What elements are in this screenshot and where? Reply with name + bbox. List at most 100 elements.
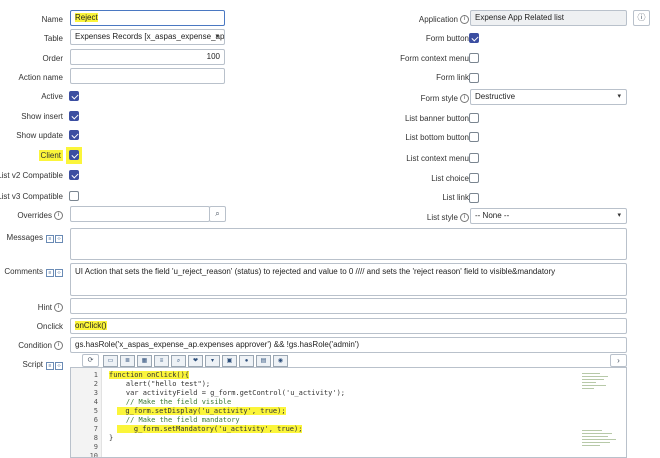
code-line: } xyxy=(109,434,114,442)
search-icon[interactable]: ⌕ xyxy=(171,355,186,367)
form-button-checkbox[interactable] xyxy=(469,33,479,43)
code-icon[interactable]: ▦ xyxy=(137,355,152,367)
condition-label: Condition i xyxy=(18,341,63,351)
next-icon[interactable]: › xyxy=(610,354,627,367)
form-link-label: Form link xyxy=(436,73,469,82)
info-circle-icon[interactable]: ⓘ xyxy=(633,10,650,26)
application-label: Application i xyxy=(419,15,469,25)
form-style-select[interactable]: Destructive ▾ xyxy=(470,89,627,105)
show-insert-checkbox[interactable] xyxy=(69,111,79,121)
script-editor[interactable]: 1 2 3 4 5 6 7 8 9 10 function onClick(){… xyxy=(70,367,627,458)
list-context-menu-label: List context menu xyxy=(406,154,469,163)
comments-label: Comments ≡ ‹› xyxy=(4,267,63,277)
line-number: 8 xyxy=(93,434,98,442)
form-button-label: Form button xyxy=(425,34,469,43)
form-context-menu-checkbox[interactable] xyxy=(469,53,479,63)
messages-field[interactable] xyxy=(70,228,627,260)
application-field: Expense App Related list xyxy=(470,10,627,26)
line-number: 10 xyxy=(89,452,98,458)
onclick-field[interactable]: onClick() xyxy=(70,318,627,334)
code-line: g_form.setMandatory('u_activity', true); xyxy=(117,425,303,433)
messages-label: Messages ≡ ‹› xyxy=(7,233,63,243)
list-v2-checkbox[interactable] xyxy=(69,170,79,180)
line-number: 3 xyxy=(93,389,98,397)
refresh-icon[interactable]: ◉ xyxy=(273,355,288,367)
line-number: 1 xyxy=(93,371,98,379)
overrides-field[interactable] xyxy=(70,206,210,222)
replace-icon[interactable]: ❤ xyxy=(188,355,203,367)
table-select[interactable]: Expenses Records [x_aspas_expense_ap_ex.… xyxy=(70,29,225,45)
list-context-menu-checkbox[interactable] xyxy=(469,153,479,163)
list-v2-label: List v2 Compatible xyxy=(0,171,63,180)
action-name-label: Action name xyxy=(18,73,63,82)
line-number: 7 xyxy=(93,425,98,433)
overrides-label: Overrides i xyxy=(17,211,63,221)
list-choice-checkbox[interactable] xyxy=(469,173,479,183)
line-number: 5 xyxy=(93,407,98,415)
line-number: 2 xyxy=(93,380,98,388)
help-icon[interactable]: ● xyxy=(239,355,254,367)
line-number-gutter: 1 2 3 4 5 6 7 8 9 10 xyxy=(71,368,102,457)
save-icon[interactable]: ▤ xyxy=(256,355,271,367)
code-line: alert("hello test"); xyxy=(109,380,211,388)
info-icon[interactable]: i xyxy=(54,303,63,313)
list-style-select[interactable]: -- None -- ▾ xyxy=(470,208,627,224)
show-update-checkbox[interactable] xyxy=(69,130,79,140)
code-line: g_form.setDisplay('u_activity', true); xyxy=(117,407,286,415)
form-link-checkbox[interactable] xyxy=(469,73,479,83)
toggle-editor-icon[interactable]: ⟳ xyxy=(82,354,99,367)
script-label: Script ≡ ‹› xyxy=(23,360,63,370)
name-label: Name xyxy=(41,15,63,24)
onclick-label: Onclick xyxy=(36,322,63,331)
info-icon[interactable]: i xyxy=(54,341,63,351)
show-update-label: Show update xyxy=(16,131,63,140)
active-checkbox[interactable] xyxy=(69,91,79,101)
show-insert-label: Show insert xyxy=(21,112,63,121)
caret-down-icon: ▾ xyxy=(215,33,219,40)
search-icon[interactable]: ⌕ xyxy=(209,206,226,222)
list-bottom-button-label: List bottom button xyxy=(405,133,469,142)
list-link-label: List link xyxy=(442,193,469,202)
info-icon[interactable]: i xyxy=(460,15,469,25)
list-v3-checkbox[interactable] xyxy=(69,191,79,201)
translate-icon[interactable]: ≡ ‹› xyxy=(45,267,63,277)
goto-icon[interactable]: ▾ xyxy=(205,355,220,367)
code-minimap[interactable] xyxy=(582,372,620,452)
line-number: 6 xyxy=(93,416,98,424)
hint-field[interactable] xyxy=(70,298,627,314)
script-icon[interactable]: ≡ xyxy=(154,355,169,367)
condition-field[interactable]: gs.hasRole('x_aspas_expense_ap.expenses … xyxy=(70,337,627,353)
name-field[interactable]: Reject xyxy=(70,10,225,26)
order-field[interactable]: 100 xyxy=(70,49,225,65)
info-icon[interactable]: i xyxy=(460,94,469,104)
list-style-label: List style i xyxy=(427,213,469,223)
client-label: Client xyxy=(38,150,63,161)
info-icon[interactable]: i xyxy=(460,213,469,223)
line-number: 9 xyxy=(93,443,98,451)
fullscreen-icon[interactable]: ▣ xyxy=(222,355,237,367)
form-style-label: Form style i xyxy=(421,94,469,104)
form-context-menu-label: Form context menu xyxy=(400,54,469,63)
hint-label: Hint i xyxy=(38,303,63,313)
active-label: Active xyxy=(41,92,63,101)
order-label: Order xyxy=(42,54,63,63)
list-link-checkbox[interactable] xyxy=(469,193,479,203)
format-icon[interactable]: ≣ xyxy=(120,355,135,367)
info-icon[interactable]: i xyxy=(54,211,63,221)
line-number: 4 xyxy=(93,398,98,406)
code-line: // Make the field mandatory xyxy=(109,416,240,424)
list-banner-button-checkbox[interactable] xyxy=(469,113,479,123)
code-line: var activityField = g_form.getControl('u… xyxy=(109,389,346,397)
caret-down-icon: ▾ xyxy=(617,93,621,100)
comment-icon[interactable]: ▭ xyxy=(103,355,118,367)
list-v3-label: List v3 Compatible xyxy=(0,192,63,201)
script-options-icon[interactable]: ≡ ‹› xyxy=(45,360,63,370)
action-name-field[interactable] xyxy=(70,68,225,84)
client-checkbox[interactable] xyxy=(69,150,79,160)
caret-down-icon: ▾ xyxy=(617,212,621,219)
translate-icon[interactable]: ≡ ‹› xyxy=(45,233,63,243)
list-bottom-button-checkbox[interactable] xyxy=(469,132,479,142)
code-line: function onClick(){ xyxy=(109,371,190,379)
comments-field[interactable]: UI Action that sets the field 'u_reject_… xyxy=(70,263,627,296)
table-label: Table xyxy=(43,34,63,43)
